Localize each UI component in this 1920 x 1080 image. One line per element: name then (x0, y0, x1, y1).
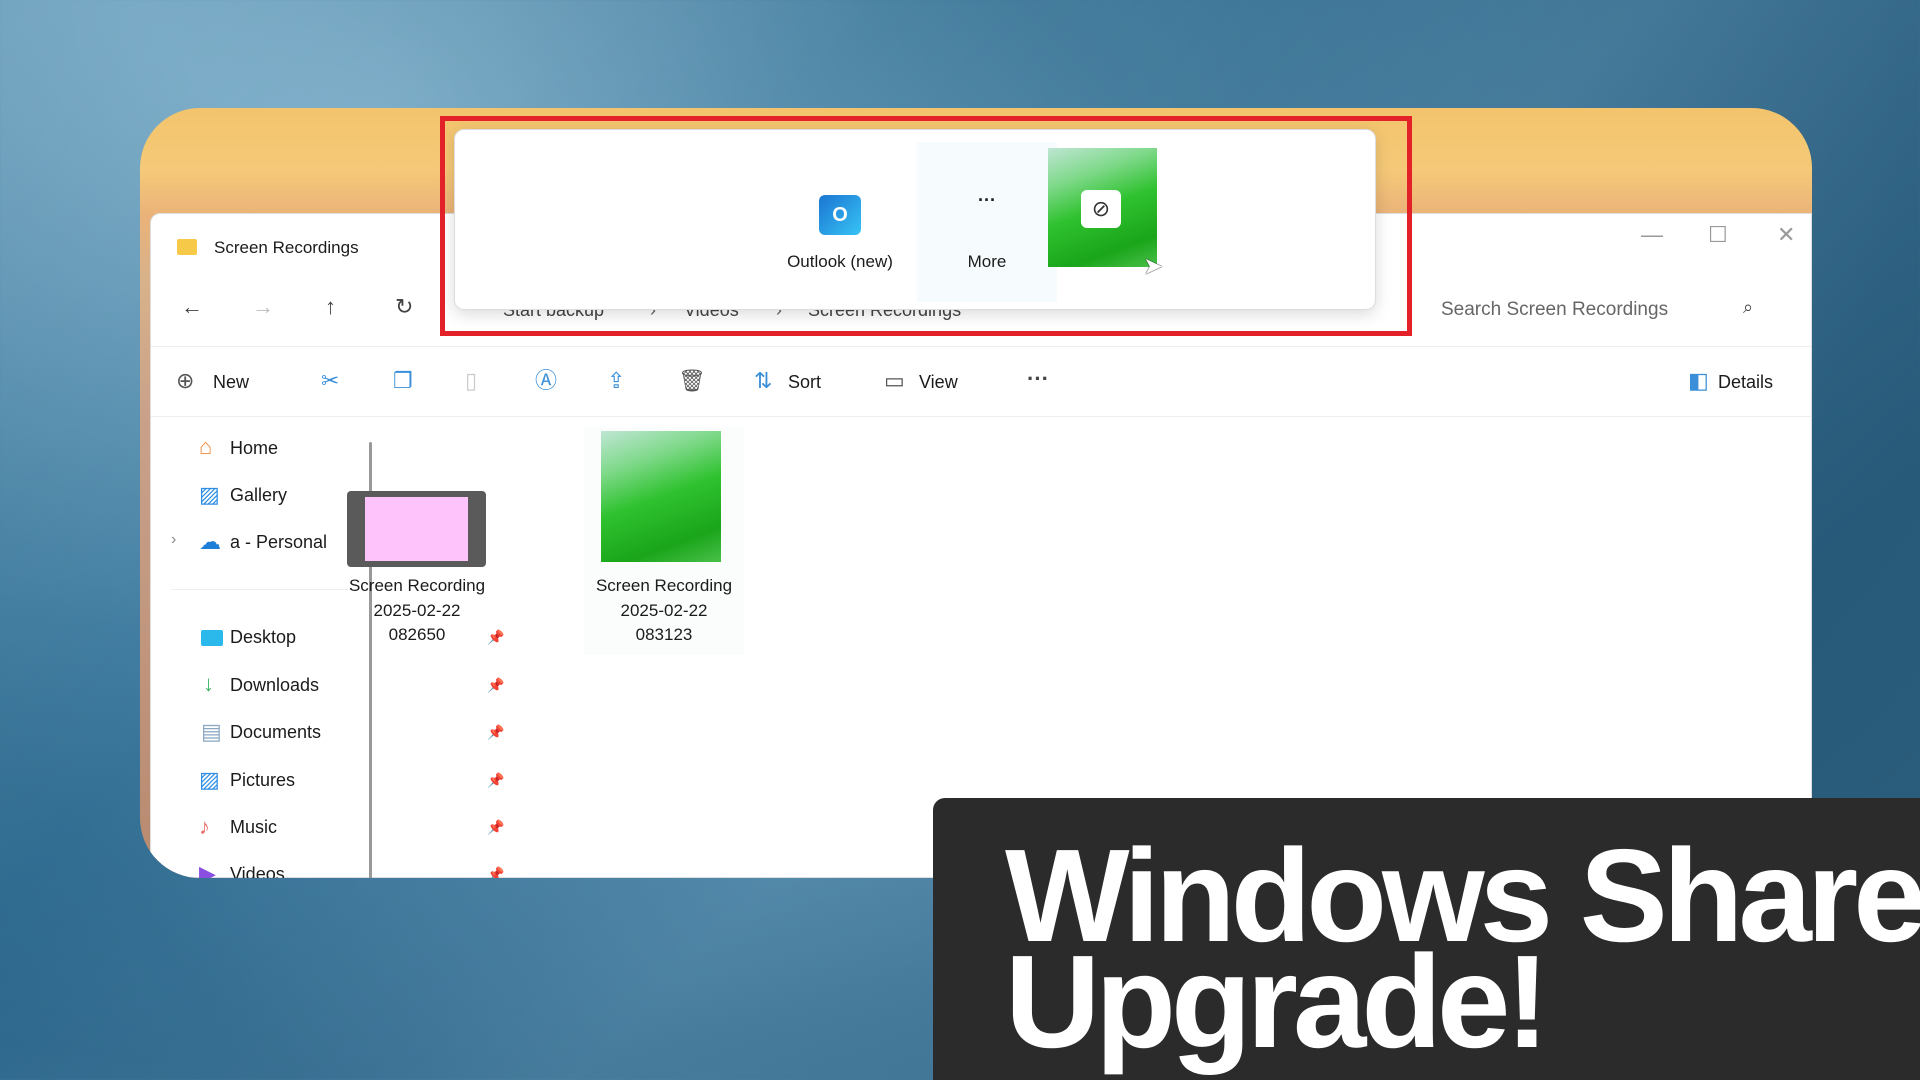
more-options-icon[interactable]: ··· (1027, 368, 1049, 390)
documents-icon: ▤ (201, 719, 222, 744)
music-icon: ♪ (199, 814, 210, 839)
file-name: Screen Recording (348, 576, 486, 595)
paste-icon[interactable]: ▯ (465, 370, 477, 392)
sidebar-item-downloads[interactable]: Downloads (230, 675, 319, 696)
details-button[interactable]: Details (1718, 372, 1773, 393)
sidebar-divider (171, 589, 351, 590)
file-time: 083123 (635, 625, 693, 644)
video-file-icon (347, 491, 486, 567)
copy-icon[interactable]: ❐ (393, 370, 413, 392)
new-icon[interactable]: ⊕ (176, 370, 194, 392)
toolbar-divider (151, 346, 1811, 347)
desktop-icon (201, 630, 223, 646)
banner-title-line2: Upgrade! (1005, 928, 1549, 1075)
close-button[interactable]: ✕ (1777, 224, 1795, 246)
file-time: 082650 (388, 625, 446, 644)
sidebar-item-desktop[interactable]: Desktop (230, 627, 296, 648)
file-date: 2025-02-22 (620, 601, 708, 620)
pictures-icon: ▨ (199, 767, 220, 792)
pin-icon[interactable]: 📌 (487, 677, 504, 694)
delete-icon[interactable]: 🗑 (678, 370, 706, 392)
share-icon[interactable]: ⇪ (607, 370, 625, 392)
window-title: Screen Recordings (214, 238, 359, 257)
search-icon[interactable]: ⌕ (1743, 298, 1753, 316)
maximize-button[interactable]: ☐ (1708, 224, 1728, 246)
back-button[interactable]: ← (181, 296, 203, 318)
videos-icon: ▶ (199, 861, 216, 879)
folder-icon (177, 239, 197, 255)
details-pane-icon[interactable]: ◧ (1688, 370, 1709, 392)
highlight-box (440, 116, 1412, 336)
file-name: Screen Recording (595, 576, 733, 595)
cut-icon[interactable]: ✂ (321, 370, 339, 392)
sidebar-item-videos[interactable]: Videos (230, 864, 285, 878)
pin-icon[interactable]: 📌 (487, 724, 504, 741)
refresh-button[interactable]: ↻ (395, 296, 413, 318)
home-icon: ⌂ (199, 434, 213, 459)
sidebar-item-gallery[interactable]: Gallery (230, 485, 287, 506)
onedrive-icon: ☁ (199, 529, 221, 554)
file-item[interactable]: Screen Recording 2025-02-22 082650 (337, 484, 497, 654)
sidebar-item-documents[interactable]: Documents (230, 722, 321, 743)
sidebar-item-home[interactable]: Home (230, 438, 278, 459)
sort-icon[interactable]: ⇅ (754, 370, 772, 392)
search-box[interactable]: Search Screen Recordings ⌕ (1431, 292, 1771, 326)
view-button[interactable]: View (919, 372, 958, 393)
rename-icon[interactable]: Ⓐ (535, 370, 557, 392)
pin-icon[interactable]: 📌 (487, 819, 504, 836)
forward-button[interactable]: → (252, 296, 274, 318)
pin-icon[interactable]: 📌 (487, 866, 504, 878)
chevron-right-icon[interactable]: › (171, 532, 176, 548)
downloads-icon: ↓ (203, 671, 214, 696)
title-banner: Windows Share Upgrade! (933, 798, 1920, 1080)
gallery-icon: ▨ (199, 482, 220, 507)
minimize-button[interactable]: — (1641, 224, 1663, 246)
sidebar-item-pictures[interactable]: Pictures (230, 770, 295, 791)
sidebar-item-music[interactable]: Music (230, 817, 277, 838)
sort-button[interactable]: Sort (788, 372, 821, 393)
new-button[interactable]: New (213, 372, 249, 393)
file-item[interactable]: Screen Recording 2025-02-22 083123 (584, 427, 744, 655)
view-icon[interactable]: ▭ (884, 370, 905, 392)
up-button[interactable]: ↑ (325, 296, 336, 318)
toolbar-divider (151, 416, 1811, 417)
image-thumbnail (601, 431, 721, 562)
file-date: 2025-02-22 (373, 601, 461, 620)
sidebar-item-personal[interactable]: a - Personal (230, 532, 327, 553)
search-input[interactable]: Search Screen Recordings (1441, 299, 1668, 321)
pin-icon[interactable]: 📌 (487, 772, 504, 789)
